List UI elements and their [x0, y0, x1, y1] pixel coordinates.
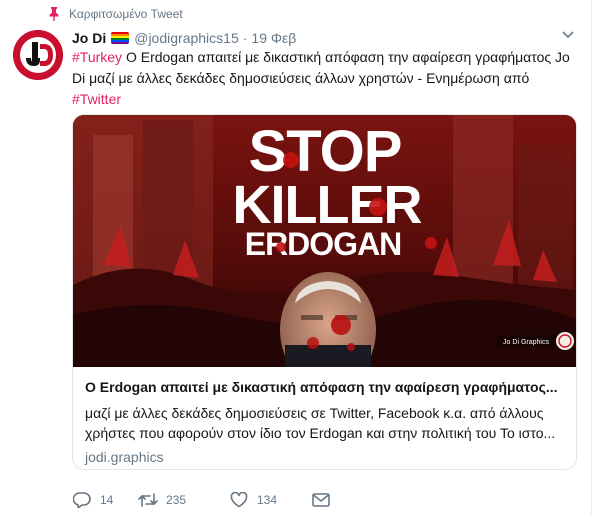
- heart-icon: [229, 491, 249, 509]
- link-card[interactable]: STOP KILLER ERDOGAN Jo Di Graphics Ο Erd…: [72, 114, 577, 470]
- avatar[interactable]: [13, 30, 63, 80]
- reply-icon: [72, 491, 92, 509]
- jodi-logo-icon: [13, 30, 63, 80]
- author-name[interactable]: Jo Di: [72, 30, 106, 46]
- image-watermark: Jo Di Graphics: [503, 339, 549, 346]
- card-description: μαζί με άλλες δεκάδες δημοσιεύσεις σε Tw…: [85, 405, 556, 441]
- envelope-icon: [311, 491, 331, 509]
- retweet-icon: [138, 491, 158, 509]
- chevron-down-icon[interactable]: [559, 26, 577, 44]
- card-domain: jodi.graphics: [85, 449, 164, 465]
- direct-message-button[interactable]: [311, 491, 339, 509]
- header-separator: ·: [242, 30, 248, 46]
- card-title: Ο Erdogan απαιτεί με δικαστική απόφαση τ…: [85, 379, 558, 395]
- tweet-header: Jo Di @jodigraphics15 · 19 Φεβ: [72, 28, 296, 48]
- card-image-graphic: STOP KILLER ERDOGAN Jo Di Graphics: [73, 115, 576, 367]
- image-text-erdogan: ERDOGAN: [245, 226, 402, 262]
- tweet-date[interactable]: 19 Φεβ: [251, 30, 296, 46]
- tweet-text: #Turkey Ο Erdogan απαιτεί με δικαστική α…: [72, 47, 577, 110]
- card-image[interactable]: STOP KILLER ERDOGAN Jo Di Graphics: [73, 115, 576, 367]
- tweet-actions: 14 235 134: [72, 490, 339, 510]
- retweet-button[interactable]: 235: [138, 491, 229, 509]
- pinned-text: Καρφιτσωμένο Tweet: [69, 7, 183, 21]
- like-button[interactable]: 134: [229, 491, 311, 509]
- hashtag-turkey[interactable]: #Turkey: [72, 49, 122, 65]
- reply-button[interactable]: 14: [72, 491, 138, 509]
- tweet[interactable]: Καρφιτσωμένο Tweet Jo Di @jodigraphics15…: [0, 0, 592, 515]
- author-handle[interactable]: @jodigraphics15: [134, 30, 239, 46]
- rainbow-flag-icon: [111, 32, 130, 44]
- retweet-count: 235: [166, 493, 187, 507]
- pin-icon: [47, 7, 61, 21]
- tweet-body: Ο Erdogan απαιτεί με δικαστική απόφαση τ…: [72, 49, 570, 86]
- hashtag-twitter[interactable]: #Twitter: [72, 91, 121, 107]
- reply-count: 14: [100, 493, 114, 507]
- like-count: 134: [257, 493, 278, 507]
- pinned-label: Καρφιτσωμένο Tweet: [47, 6, 183, 22]
